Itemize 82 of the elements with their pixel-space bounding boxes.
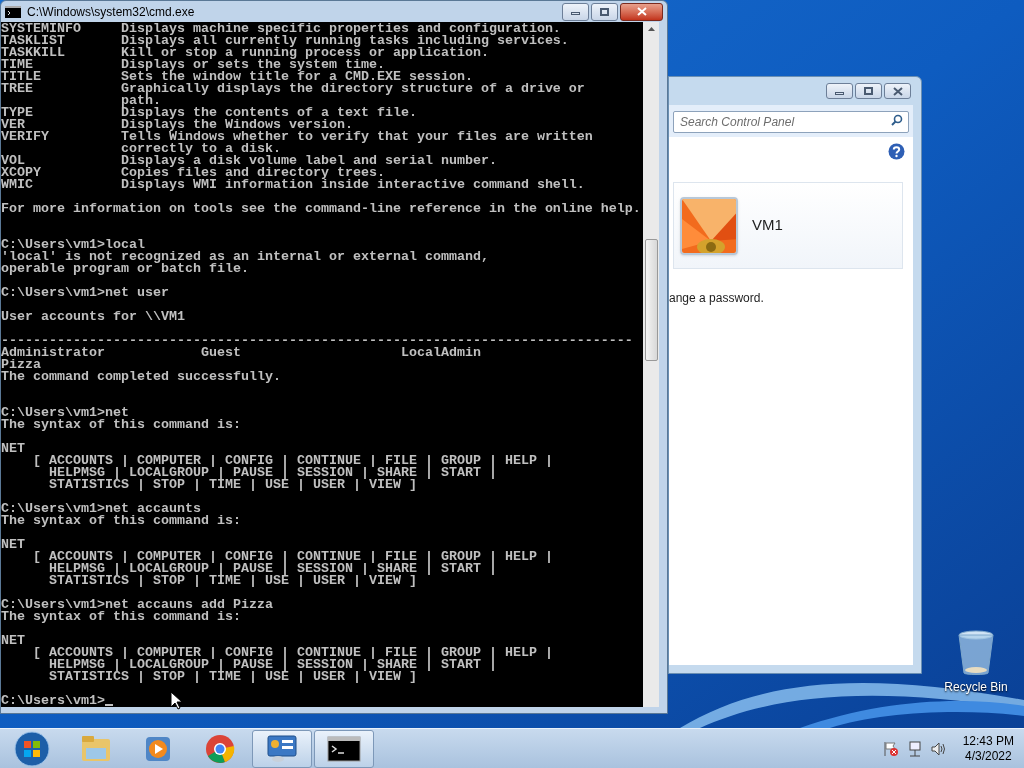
console-line: TITLE Sets the window title for a CMD.EXE session.	[1, 71, 473, 83]
minimize-button[interactable]	[562, 2, 589, 21]
clock-date: 4/3/2022	[964, 748, 1012, 764]
console-line: operable program or batch file.	[1, 263, 249, 275]
minimize-button[interactable]	[826, 83, 853, 99]
console-line: The syntax of this command is:	[1, 515, 241, 527]
close-icon	[636, 7, 647, 16]
console-line: For more information on tools see the command-line reference in the online help.	[1, 203, 641, 215]
scroll-up-arrow-icon[interactable]	[647, 27, 655, 31]
search-field[interactable]: Search Control Panel	[673, 111, 909, 133]
console-line: [ ACCOUNTS | COMPUTER | CONFIG | CONTINUE | FILE | GROUP | HELP |	[32, 647, 553, 659]
console-line: 'local' is not recognized as an internal or external command,	[1, 251, 489, 263]
account-name: VM1	[752, 215, 783, 236]
folder-icon	[81, 734, 111, 763]
console-line: TASKKILL Kill or stop a running process or application.	[1, 47, 489, 59]
restore-button[interactable]	[591, 2, 618, 21]
console-line: C:\Users\vm1>net accaunts	[1, 503, 201, 515]
scrollbar-thumb[interactable]	[644, 239, 658, 361]
console-line: STATISTICS | STOP | TIME | USE | USER | VIEW ]	[48, 575, 417, 587]
minimize-icon	[571, 12, 580, 15]
console-line: HELPMSG | LOCALGROUP | PAUSE | SESSION | SHARE | START |	[48, 467, 497, 479]
console-line: correctly to a disk.	[119, 143, 281, 155]
console-line: NET	[1, 539, 25, 551]
minimize-icon	[835, 91, 844, 95]
console-icon	[327, 735, 361, 762]
console-line: TIME Displays or sets the system time.	[1, 59, 385, 71]
taskbar-button[interactable]	[314, 729, 374, 768]
restore-icon	[864, 87, 873, 95]
help-icon[interactable]	[888, 143, 905, 160]
console-line: NET	[1, 443, 25, 455]
browser-icon	[205, 733, 235, 764]
console-line: The syntax of this command is:	[1, 611, 241, 623]
console-line: Pizza	[1, 359, 41, 371]
media-player-icon	[144, 734, 172, 763]
console-line: [ ACCOUNTS | COMPUTER | CONFIG | CONTINUE | FILE | GROUP | HELP |	[32, 455, 553, 467]
console-line: path.	[119, 95, 161, 107]
console-line: STATISTICS | STOP | TIME | USE | USER | VIEW ]	[48, 671, 417, 683]
console-line: NET	[1, 635, 25, 647]
search-icon[interactable]	[891, 114, 903, 126]
console-line: STATISTICS | STOP | TIME | USE | USER | VIEW ]	[48, 479, 417, 491]
console-line: HELPMSG | LOCALGROUP | PAUSE | SESSION | SHARE | START |	[48, 563, 497, 575]
restore-icon	[600, 7, 609, 16]
console-line: XCOPY Copies files and directory trees.	[1, 167, 385, 179]
console-line: TASKLIST Displays all currently running tasks including services.	[1, 35, 569, 47]
clock-time: 12:43 PM	[962, 733, 1014, 749]
close-icon	[892, 86, 903, 96]
start-orb-icon	[14, 730, 50, 767]
desktop-icon-label[interactable]: Recycle Bin	[944, 678, 1008, 696]
console-line: C:\Users\vm1>net accauns add Pizza	[1, 599, 273, 611]
scrollbar[interactable]	[643, 22, 659, 707]
console-line: VOL Displays a disk volume label and serial number.	[1, 155, 497, 167]
console-line: TYPE Displays the contents of a text file.	[1, 107, 417, 119]
close-button[interactable]	[884, 83, 911, 99]
console-line: WMIC Displays WMI information inside interactive command shell.	[1, 179, 585, 191]
console-line: User accounts for \\VM1	[1, 311, 185, 323]
console-line: C:\Users\vm1>net	[1, 407, 129, 419]
volume-icon[interactable]	[930, 740, 947, 757]
network-icon[interactable]	[906, 740, 923, 757]
console-icon	[5, 5, 21, 18]
console-line: HELPMSG | LOCALGROUP | PAUSE | SESSION | SHARE | START |	[48, 659, 497, 671]
flag-icon[interactable]	[882, 740, 899, 757]
console-line: [ ACCOUNTS | COMPUTER | CONFIG | CONTINUE | FILE | GROUP | HELP |	[32, 551, 553, 563]
console-line: The command completed successfully.	[1, 371, 281, 383]
console-line: The syntax of this command is:	[1, 419, 241, 431]
description-text: ange a password.	[669, 290, 765, 307]
console-line: VERIFY Tells Windows whether to verify that your files are written	[1, 131, 593, 143]
control-panel-icon	[266, 733, 298, 764]
trash-bin-icon[interactable]	[957, 630, 995, 676]
console-line: SYSTEMINFO Displays machine specific properties and configuration.	[1, 23, 561, 35]
console-line: TREE Graphically displays the directory structure of a drive or	[1, 83, 585, 95]
clock[interactable]: 12:43 PM 4/3/2022	[962, 733, 1014, 764]
account-card[interactable]: VM1	[673, 182, 903, 269]
restore-button[interactable]	[855, 83, 882, 99]
console-line: C:\Users\vm1>	[1, 695, 105, 707]
window-title: C:\Windows\system32\cmd.exe	[27, 3, 196, 21]
console-line: -------------------------------------------------------------------------------	[1, 335, 633, 347]
console-line: C:\Users\vm1>local	[1, 239, 145, 251]
taskbar-button[interactable]	[252, 729, 312, 768]
console-line: VER Displays the Windows version.	[1, 119, 353, 131]
console-line: C:\Users\vm1>net user	[1, 287, 169, 299]
close-button[interactable]	[620, 2, 663, 21]
console-line: Administrator Guest LocalAdmin	[1, 347, 481, 359]
